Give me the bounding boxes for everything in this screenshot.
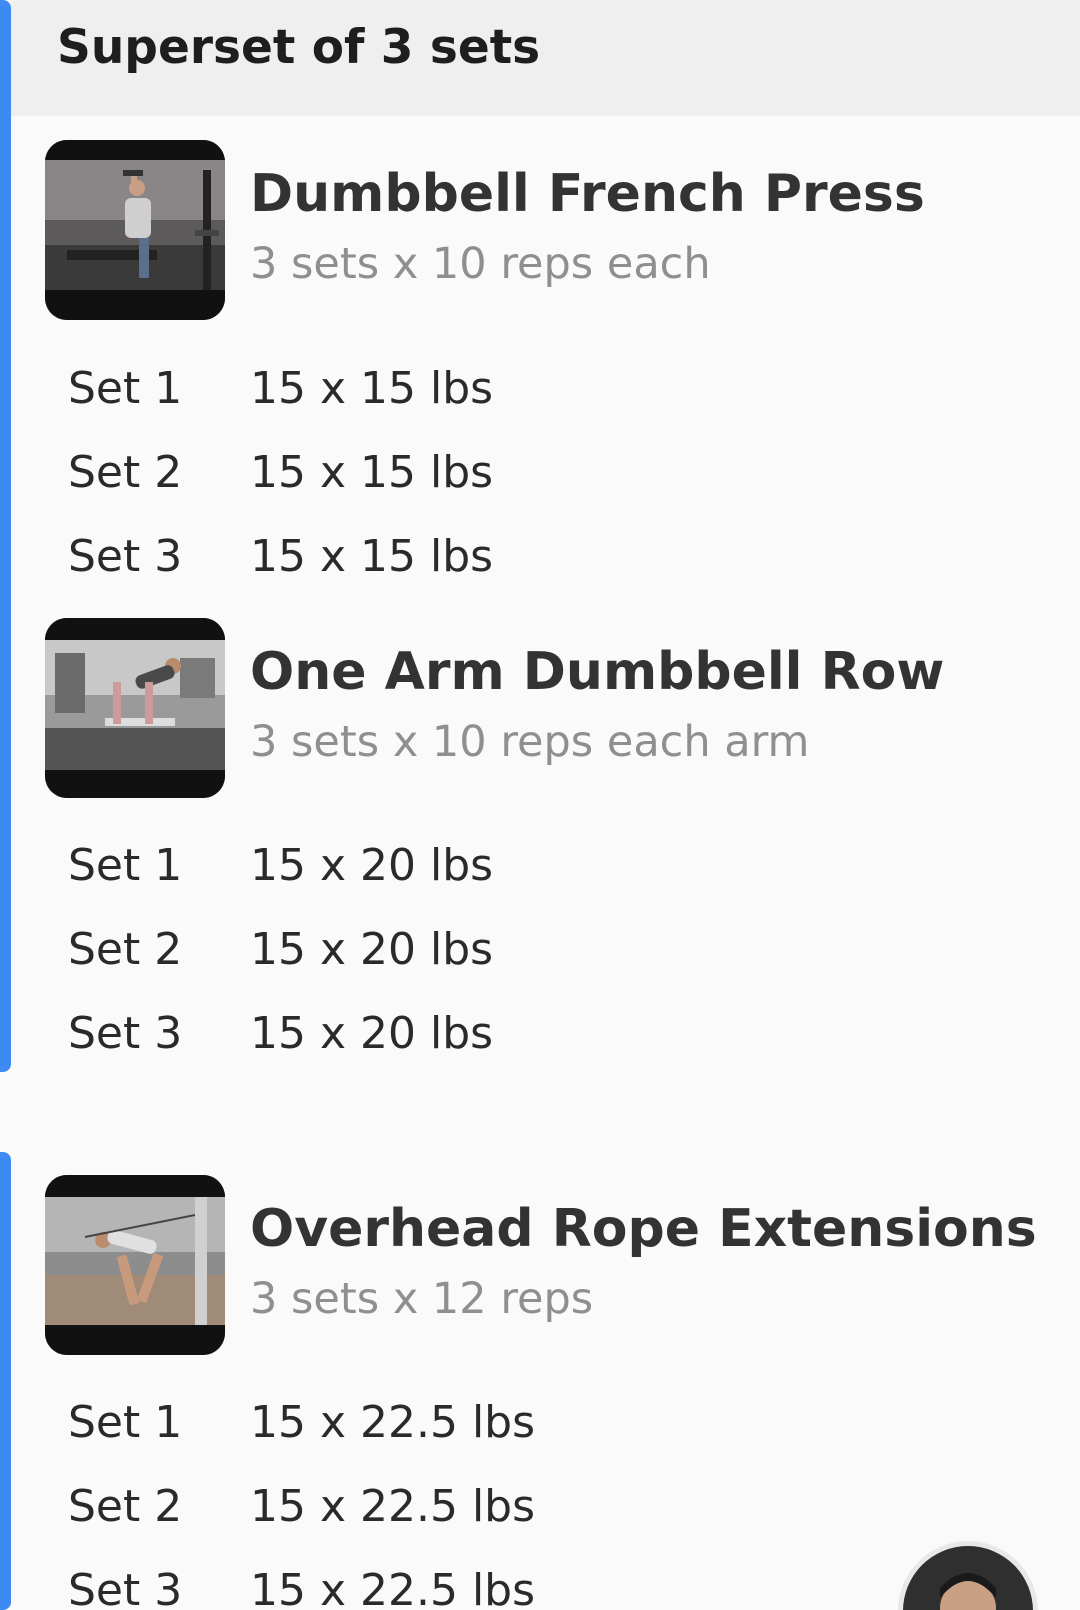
set-label: Set 1 (68, 1397, 183, 1448)
superset-title: Superset of 3 sets (57, 20, 541, 75)
exercise-thumbnail[interactable] (45, 140, 225, 320)
set-value: 15 x 15 lbs (250, 363, 494, 414)
set-row[interactable]: Set 1 15 x 22.5 lbs (0, 1381, 1080, 1465)
set-value: 15 x 20 lbs (250, 1008, 494, 1059)
set-label: Set 1 (68, 840, 183, 891)
exercise-thumbnail[interactable] (45, 1175, 225, 1355)
exercise-name[interactable]: Dumbbell French Press (250, 162, 925, 226)
set-label: Set 2 (68, 924, 183, 975)
set-label: Set 3 (68, 531, 183, 582)
exercise-prescription: 3 sets x 10 reps each (250, 239, 711, 289)
set-value: 15 x 20 lbs (250, 840, 494, 891)
set-row[interactable]: Set 3 15 x 20 lbs (0, 992, 1080, 1076)
set-value: 15 x 22.5 lbs (250, 1481, 536, 1532)
exercise-prescription: 3 sets x 10 reps each arm (250, 717, 810, 767)
set-value: 15 x 15 lbs (250, 531, 494, 582)
set-label: Set 3 (68, 1008, 183, 1059)
exercise-prescription: 3 sets x 12 reps (250, 1274, 594, 1324)
set-value: 15 x 22.5 lbs (250, 1397, 536, 1448)
exercise-name[interactable]: Overhead Rope Extensions (250, 1197, 1037, 1261)
set-value: 15 x 20 lbs (250, 924, 494, 975)
set-label: Set 2 (68, 1481, 183, 1532)
set-label: Set 3 (68, 1565, 183, 1610)
set-label: Set 1 (68, 363, 183, 414)
exercise-name[interactable]: One Arm Dumbbell Row (250, 640, 944, 704)
set-row[interactable]: Set 1 15 x 20 lbs (0, 824, 1080, 908)
set-row[interactable]: Set 1 15 x 15 lbs (0, 347, 1080, 431)
set-row[interactable]: Set 2 15 x 22.5 lbs (0, 1465, 1080, 1549)
set-row[interactable]: Set 2 15 x 15 lbs (0, 431, 1080, 515)
set-row[interactable]: Set 3 15 x 15 lbs (0, 515, 1080, 599)
workout-page: Superset of 3 sets Dumbbell French Press… (0, 0, 1080, 1610)
set-value: 15 x 22.5 lbs (250, 1565, 536, 1610)
superset-header: Superset of 3 sets (11, 0, 1080, 116)
exercise-thumbnail[interactable] (45, 618, 225, 798)
set-label: Set 2 (68, 447, 183, 498)
set-row[interactable]: Set 2 15 x 20 lbs (0, 908, 1080, 992)
set-value: 15 x 15 lbs (250, 447, 494, 498)
